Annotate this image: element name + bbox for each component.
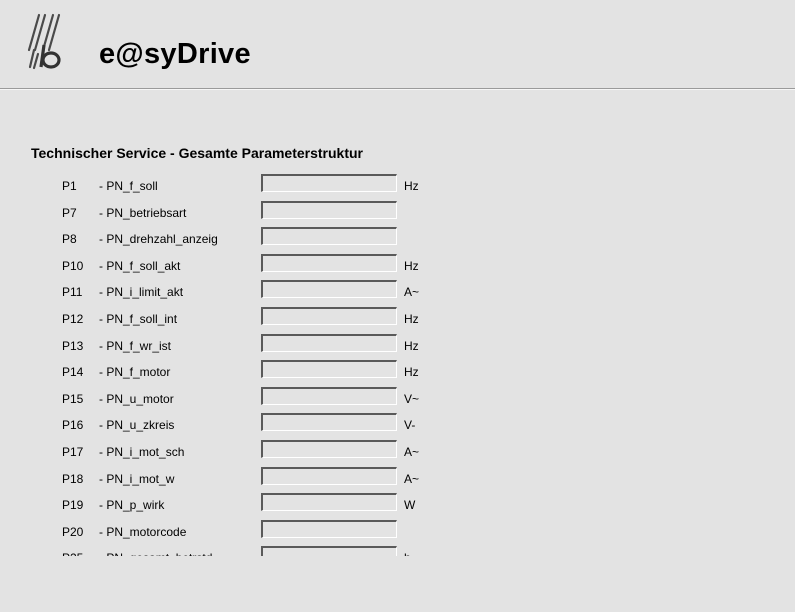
parameter-name: - PN_i_mot_sch (99, 444, 185, 459)
parameter-id: P14 (62, 365, 84, 380)
parameter-unit: V~ (404, 391, 420, 406)
parameter-row: P18 - PN_i_mot_w A~ (0, 463, 795, 490)
parameter-name: - PN_f_soll_int (99, 311, 178, 326)
parameter-value-field[interactable] (261, 253, 397, 272)
parameter-value-field[interactable] (261, 546, 397, 556)
parameter-id: P16 (62, 418, 84, 433)
parameter-id: P7 (62, 205, 77, 220)
parameter-value-field[interactable] (261, 466, 397, 485)
parameter-row: P14 - PN_f_motor Hz (0, 356, 795, 383)
parameter-id: P11 (62, 285, 83, 300)
parameter-value-field[interactable] (261, 493, 397, 512)
parameter-value-field[interactable] (261, 306, 397, 325)
parameter-name: - PN_p_wirk (99, 498, 165, 513)
parameter-unit: Hz (404, 258, 419, 273)
parameter-name: - PN_f_soll_akt (99, 258, 181, 273)
parameter-value-field[interactable] (261, 519, 397, 538)
parameter-unit: Hz (404, 179, 419, 193)
parameter-id: P1 (62, 179, 77, 193)
parameter-row: P7 - PN_betriebsart (0, 197, 795, 224)
parameter-row: P17 - PN_i_mot_sch A~ (0, 436, 795, 463)
parameter-id: P13 (62, 338, 84, 353)
parameter-name: - PN_betriebsart (99, 205, 187, 220)
parameter-id: P12 (62, 311, 84, 326)
parameter-id: P10 (62, 258, 84, 273)
parameter-id: P19 (62, 498, 84, 513)
parameter-id: P15 (62, 391, 84, 406)
parameter-row: P8 - PN_drehzahl_anzeig (0, 223, 795, 250)
parameter-row: P19 - PN_p_wirk W (0, 489, 795, 516)
parameter-list-viewport: P1 - PN_f_soll Hz P7 - PN_betriebsart P8 - PN_… (0, 170, 795, 556)
parameter-name: - PN_u_motor (99, 391, 174, 406)
parameter-list: P1 - PN_f_soll Hz P7 - PN_betriebsart P8 - PN_… (0, 170, 795, 556)
parameter-name: - PN_f_motor (99, 365, 171, 380)
parameter-name: - PN_drehzahl_anzeig (99, 232, 218, 247)
parameter-unit: A~ (404, 444, 420, 459)
parameter-unit: Hz (404, 338, 419, 353)
parameter-row: P16 - PN_u_zkreis V- (0, 409, 795, 436)
parameter-name: - PN_gesamt_betrstd (99, 551, 212, 556)
parameter-id: P17 (62, 444, 84, 459)
parameter-unit: A~ (404, 471, 420, 486)
parameter-name: - PN_f_soll (99, 179, 158, 193)
parameter-value-field[interactable] (261, 227, 397, 246)
parameter-value-field[interactable] (261, 360, 397, 379)
parameter-row: P10 - PN_f_soll_akt Hz (0, 250, 795, 277)
parameter-value-field[interactable] (261, 333, 397, 352)
parameter-row: P11 - PN_i_limit_akt A~ (0, 276, 795, 303)
parameter-row: P1 - PN_f_soll Hz (0, 170, 795, 197)
kb-logo-icon (24, 12, 76, 74)
parameter-row: P13 - PN_f_wr_ist Hz (0, 330, 795, 357)
parameter-name: - PN_f_wr_ist (99, 338, 172, 353)
app-title: e@syDrive (99, 38, 251, 70)
parameter-id: P8 (62, 232, 77, 247)
parameter-row: P12 - PN_f_soll_int Hz (0, 303, 795, 330)
parameter-unit: Hz (404, 365, 419, 380)
parameter-id: P25 (62, 551, 83, 556)
parameter-row: P15 - PN_u_motor V~ (0, 383, 795, 410)
parameter-name: - PN_motorcode (99, 524, 187, 539)
parameter-row: P20 - PN_motorcode (0, 516, 795, 543)
parameter-id: P20 (62, 524, 84, 539)
header-divider (0, 88, 795, 90)
parameter-value-field[interactable] (261, 413, 397, 432)
parameter-name: - PN_i_mot_w (99, 471, 175, 486)
parameter-value-field[interactable] (261, 280, 397, 299)
parameter-unit: Hz (404, 311, 419, 326)
parameter-value-field[interactable] (261, 439, 397, 458)
parameter-unit: A~ (404, 285, 420, 300)
parameter-name: - PN_i_limit_akt (99, 285, 184, 300)
parameter-row: P25 - PN_gesamt_betrstd h (0, 542, 795, 556)
parameter-id: P18 (62, 471, 84, 486)
parameter-unit: V- (404, 418, 416, 433)
parameter-value-field[interactable] (261, 174, 397, 192)
parameter-value-field[interactable] (261, 386, 397, 405)
parameter-unit: W (404, 498, 416, 513)
parameter-unit: h (404, 551, 411, 556)
parameter-value-field[interactable] (261, 200, 397, 219)
parameter-name: - PN_u_zkreis (99, 418, 175, 433)
page-title: Technischer Service - Gesamte Parameters… (31, 145, 364, 161)
